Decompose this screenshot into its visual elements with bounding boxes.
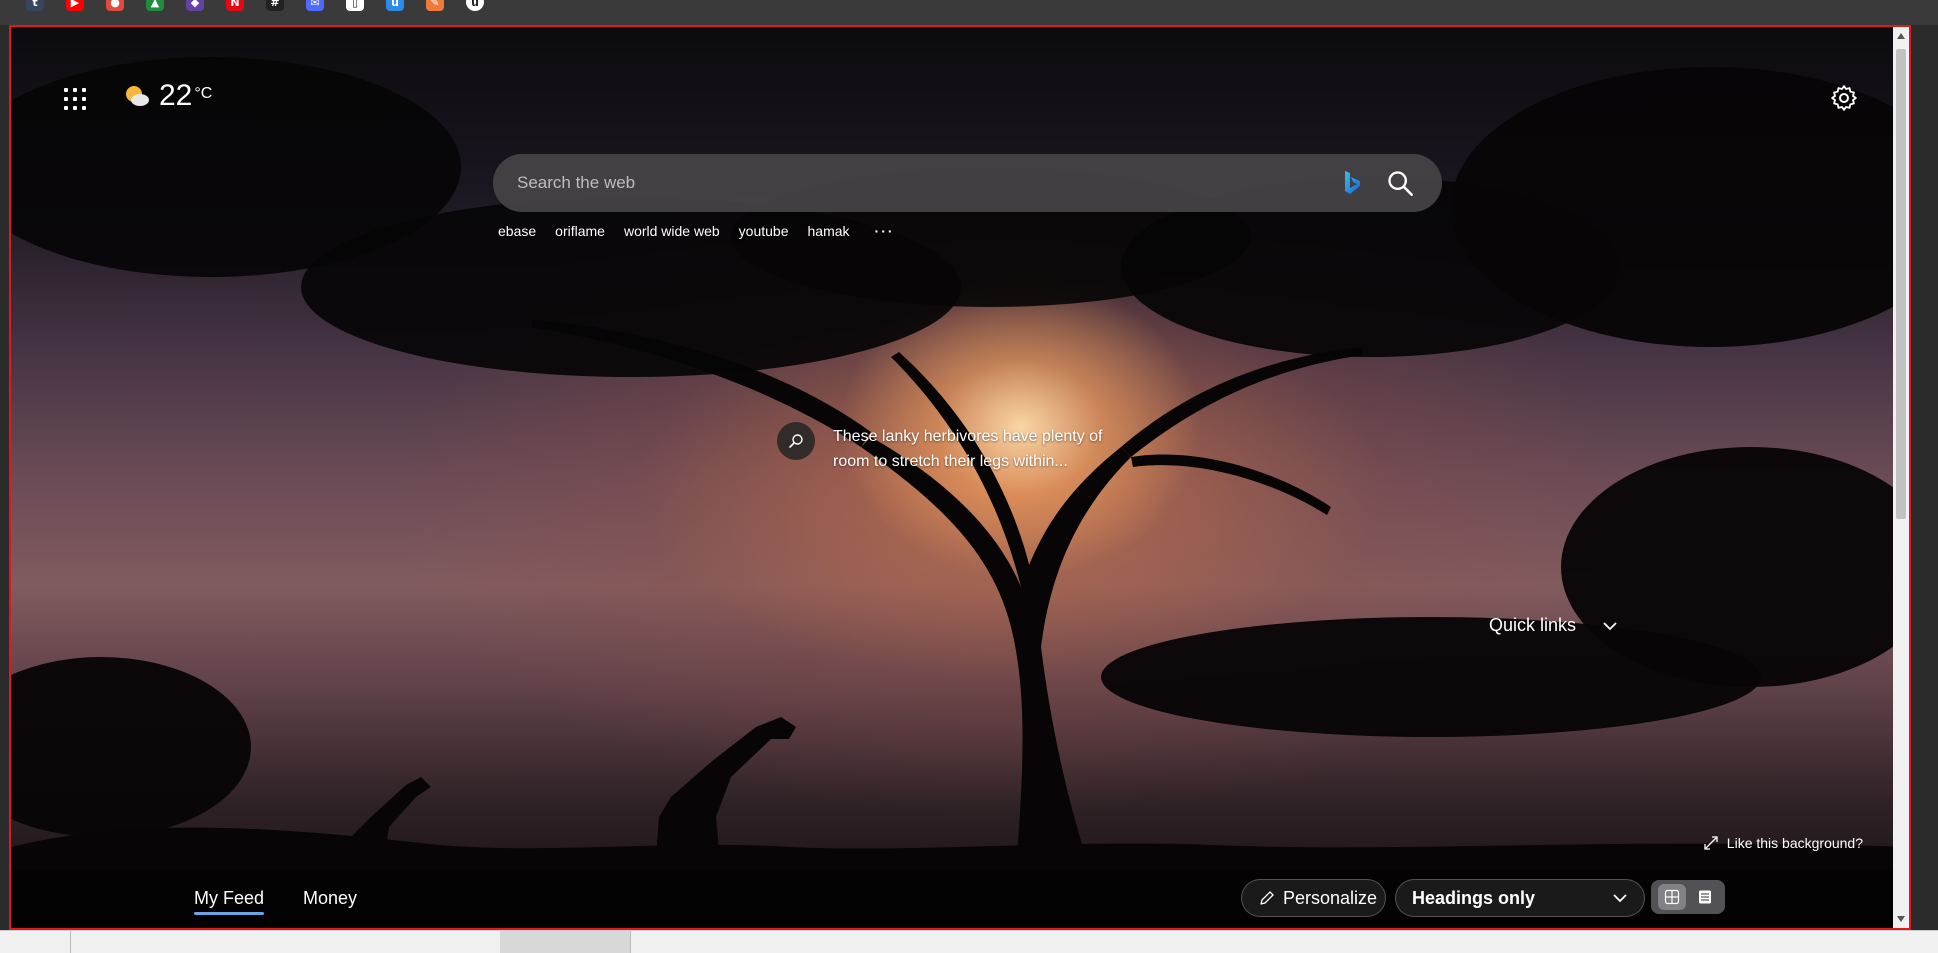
- favorites-bar: t ▶ ● ▲ ◆ N # ✉ ▯ u ✎ u: [0, 0, 1938, 25]
- grid-view-button[interactable]: [1657, 884, 1686, 910]
- favorite-document-icon[interactable]: ▯: [346, 0, 364, 11]
- list-view-icon: [1698, 890, 1711, 904]
- search-box: [493, 154, 1442, 212]
- chevron-down-icon: [1603, 621, 1617, 630]
- favorite-tumblr-icon[interactable]: t: [26, 0, 44, 11]
- trending-search-item[interactable]: oriflame: [555, 223, 605, 239]
- favorite-app-u-icon[interactable]: u: [386, 0, 404, 11]
- new-tab-page: 22 °C ebase oriflame world wide web yout…: [9, 25, 1911, 930]
- gear-icon[interactable]: [1829, 83, 1859, 113]
- more-icon[interactable]: ···: [875, 223, 895, 239]
- favorite-youtube-icon[interactable]: ▶: [66, 0, 84, 11]
- quick-links-toggle[interactable]: Quick links: [1489, 615, 1618, 636]
- layout-select[interactable]: Headings only: [1395, 879, 1645, 917]
- favorite-app-circle-icon[interactable]: u: [466, 0, 484, 11]
- list-view-button[interactable]: [1691, 884, 1719, 910]
- strip-segment: [500, 931, 631, 953]
- background-caption: These lanky herbivores have plenty of ro…: [777, 422, 1133, 474]
- trending-search-item[interactable]: world wide web: [624, 223, 720, 239]
- scroll-down-icon[interactable]: [1897, 916, 1905, 922]
- favorite-app-pen-icon[interactable]: ✎: [426, 0, 444, 11]
- grid-view-icon: [1664, 889, 1679, 905]
- tab-money[interactable]: Money: [303, 888, 357, 909]
- partly-cloudy-icon: [126, 86, 149, 106]
- image-search-icon[interactable]: [777, 422, 815, 460]
- vertical-scrollbar[interactable]: [1893, 27, 1909, 928]
- weather-widget[interactable]: 22 °C: [123, 79, 212, 113]
- apps-launcher-button[interactable]: [61, 85, 87, 111]
- bing-icon[interactable]: [1340, 169, 1364, 197]
- trending-search-item[interactable]: hamak: [808, 223, 850, 239]
- favorite-twitch-icon[interactable]: ◆: [186, 0, 204, 11]
- strip-segment: [0, 931, 71, 953]
- strip-segment: [70, 931, 501, 953]
- pencil-icon: [1260, 891, 1274, 905]
- chevron-down-icon: [1613, 894, 1627, 903]
- favorite-pinterest-icon[interactable]: ●: [106, 0, 124, 11]
- layout-select-value: Headings only: [1412, 887, 1536, 908]
- weather-unit: °C: [194, 85, 213, 102]
- favorite-grid-icon[interactable]: #: [266, 0, 284, 11]
- trending-searches: ebase oriflame world wide web youtube ha…: [498, 223, 895, 239]
- caption-text[interactable]: These lanky herbivores have plenty of ro…: [833, 424, 1133, 474]
- expand-icon: [1704, 836, 1718, 850]
- like-background-label: Like this background?: [1726, 835, 1863, 851]
- quick-links-label: Quick links: [1489, 615, 1577, 635]
- tab-my-feed[interactable]: My Feed: [194, 888, 265, 915]
- search-icon[interactable]: [1386, 169, 1414, 197]
- favorite-netflix-icon[interactable]: N: [226, 0, 244, 11]
- weather-temperature: 22: [159, 79, 193, 112]
- trending-search-item[interactable]: ebase: [498, 223, 536, 239]
- search-input[interactable]: [515, 172, 1340, 194]
- bottom-strip: [0, 930, 1938, 953]
- favorite-messenger-icon[interactable]: ✉: [306, 0, 324, 11]
- trending-search-item[interactable]: youtube: [739, 223, 789, 239]
- scroll-thumb[interactable]: [1896, 49, 1906, 519]
- favorite-google-drive-icon[interactable]: ▲: [146, 0, 164, 11]
- scroll-up-icon[interactable]: [1897, 33, 1905, 39]
- like-background-link[interactable]: Like this background?: [1703, 835, 1863, 851]
- view-toggle: [1651, 880, 1725, 914]
- personalize-button[interactable]: Personalize: [1241, 879, 1386, 917]
- personalize-label: Personalize: [1283, 887, 1378, 908]
